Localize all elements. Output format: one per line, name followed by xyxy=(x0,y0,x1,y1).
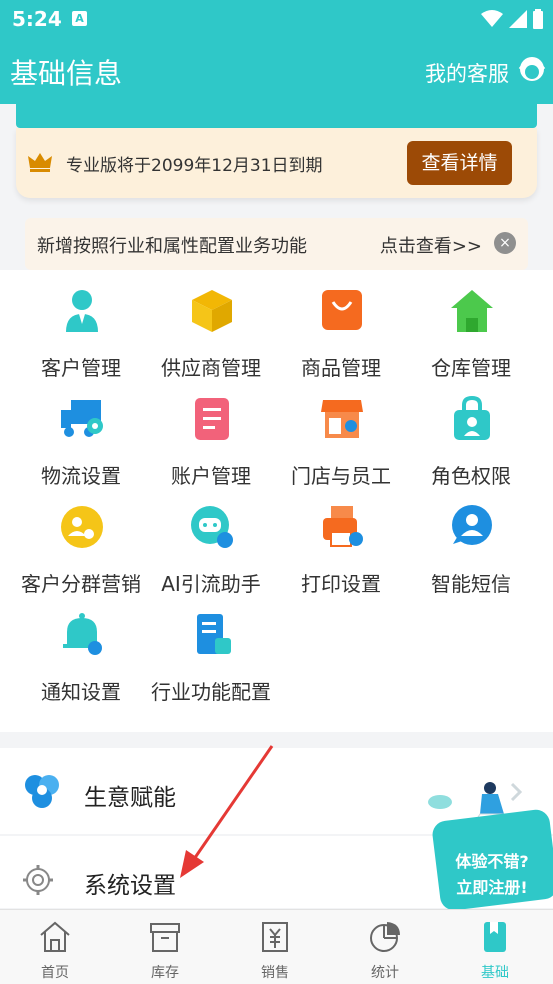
grid-item-store[interactable]: 门店与员工 xyxy=(271,396,411,496)
print-icon xyxy=(323,506,363,547)
grid-item-label: 仓库管理 xyxy=(431,356,511,380)
register-promo[interactable]: 体验不错? 立即注册! xyxy=(418,780,553,912)
promo-line1: 体验不错? xyxy=(455,852,529,871)
sales-icon xyxy=(262,922,288,952)
home-icon xyxy=(40,921,70,952)
notice-text: 新增按照行业和属性配置业务功能 xyxy=(37,236,307,257)
view-details-button[interactable]: 查看详情 xyxy=(407,141,512,185)
customer-service-link[interactable]: 我的客服 xyxy=(425,58,509,88)
inventory-icon xyxy=(150,923,180,952)
store-icon xyxy=(321,400,363,438)
grid-item-logistics[interactable]: 物流设置 xyxy=(11,396,151,496)
crown-icon xyxy=(28,153,52,172)
wifi-icon xyxy=(481,10,503,27)
sms-icon xyxy=(452,505,492,545)
grid-item-industry-config[interactable]: 行业功能配置 xyxy=(141,612,281,712)
header-strip xyxy=(16,104,537,128)
pro-version-card: 专业版将于2099年12月31日到期 查看详情 xyxy=(16,128,537,198)
tab-sales[interactable]: 销售 xyxy=(220,910,330,984)
customer-service-icon[interactable] xyxy=(517,55,547,85)
logistics-icon xyxy=(61,400,103,437)
grid-item-label: 打印设置 xyxy=(301,572,381,596)
grid-item-label: 客户分群营销 xyxy=(21,572,141,596)
customer-icon xyxy=(66,290,98,332)
page-title: 基础信息 xyxy=(10,57,123,90)
grid-item-label: 商品管理 xyxy=(301,356,381,380)
goods-icon xyxy=(322,290,362,330)
grid-item-notification[interactable]: 通知设置 xyxy=(11,612,151,712)
business-empowerment-label: 生意赋能 xyxy=(84,785,176,811)
feature-notice: 新增按照行业和属性配置业务功能 点击查看>> × xyxy=(25,218,528,270)
grid-item-label: 角色权限 xyxy=(431,464,511,488)
keyboard-icon: A xyxy=(72,11,87,26)
status-bar: 5:24 A xyxy=(0,0,553,38)
app-header: 基础信息 我的客服 xyxy=(0,38,553,104)
grid-item-label: 供应商管理 xyxy=(161,356,261,380)
grid-item-account[interactable]: 账户管理 xyxy=(141,396,281,496)
tab-label: 销售 xyxy=(261,965,289,981)
battery-icon xyxy=(533,9,543,29)
grid-item-goods[interactable]: 商品管理 xyxy=(271,288,411,388)
grid-item-label: 账户管理 xyxy=(171,464,251,488)
supplier-icon xyxy=(192,290,232,332)
role-icon xyxy=(454,396,490,440)
grid-item-ai-assistant[interactable]: AI引流助手 xyxy=(141,504,281,604)
grid-item-sms[interactable]: 智能短信 xyxy=(401,504,541,604)
tab-label: 首页 xyxy=(41,965,69,981)
grid-item-group-marketing[interactable]: 客户分群营销 xyxy=(11,504,151,604)
grid-item-label: 客户管理 xyxy=(41,356,121,380)
business-empowerment-icon xyxy=(25,775,59,808)
basic-icon xyxy=(484,922,506,952)
grid-item-customer[interactable]: 客户管理 xyxy=(11,288,151,388)
grid-item-label: 门店与员工 xyxy=(291,464,391,488)
grid-item-label: AI引流助手 xyxy=(161,572,261,596)
signal-icon xyxy=(509,10,527,28)
account-icon xyxy=(195,398,229,440)
warehouse-icon xyxy=(451,290,493,332)
bottom-tab-bar: 首页 库存 销售 统计 基础 xyxy=(0,909,553,984)
close-icon[interactable]: × xyxy=(494,232,516,254)
grid-item-label: 行业功能配置 xyxy=(151,680,271,704)
tab-basic[interactable]: 基础 xyxy=(440,910,550,984)
grid-item-label: 智能短信 xyxy=(431,572,511,596)
notice-view-link[interactable]: 点击查看>> xyxy=(380,232,482,258)
tab-label: 统计 xyxy=(371,965,399,981)
grid-item-print[interactable]: 打印设置 xyxy=(271,504,411,604)
tab-label: 基础 xyxy=(481,965,509,981)
tab-stats[interactable]: 统计 xyxy=(330,910,440,984)
grid-item-role[interactable]: 角色权限 xyxy=(401,396,541,496)
tab-label: 库存 xyxy=(151,965,179,981)
pro-expiry-text: 专业版将于2099年12月31日到期 xyxy=(66,156,323,176)
system-icons xyxy=(481,9,543,29)
notification-icon xyxy=(63,613,102,655)
status-time: 5:24 xyxy=(12,7,62,31)
tab-inventory[interactable]: 库存 xyxy=(110,910,220,984)
ai-assistant-icon xyxy=(191,506,233,548)
stats-icon xyxy=(370,922,400,952)
grid-item-supplier[interactable]: 供应商管理 xyxy=(141,288,281,388)
industry-config-icon xyxy=(197,614,231,654)
tab-home[interactable]: 首页 xyxy=(0,910,110,984)
system-settings-label: 系统设置 xyxy=(84,873,176,899)
gear-icon xyxy=(23,865,53,895)
grid-item-label: 物流设置 xyxy=(41,464,121,488)
grid-item-label: 通知设置 xyxy=(41,680,121,704)
promo-line2: 立即注册! xyxy=(456,878,528,897)
function-grid: 客户管理 供应商管理 商品管理 仓库管理 物流设置 账户管理 门店与员工 角色权… xyxy=(0,270,553,732)
group-marketing-icon xyxy=(61,506,103,548)
grid-item-warehouse[interactable]: 仓库管理 xyxy=(401,288,541,388)
